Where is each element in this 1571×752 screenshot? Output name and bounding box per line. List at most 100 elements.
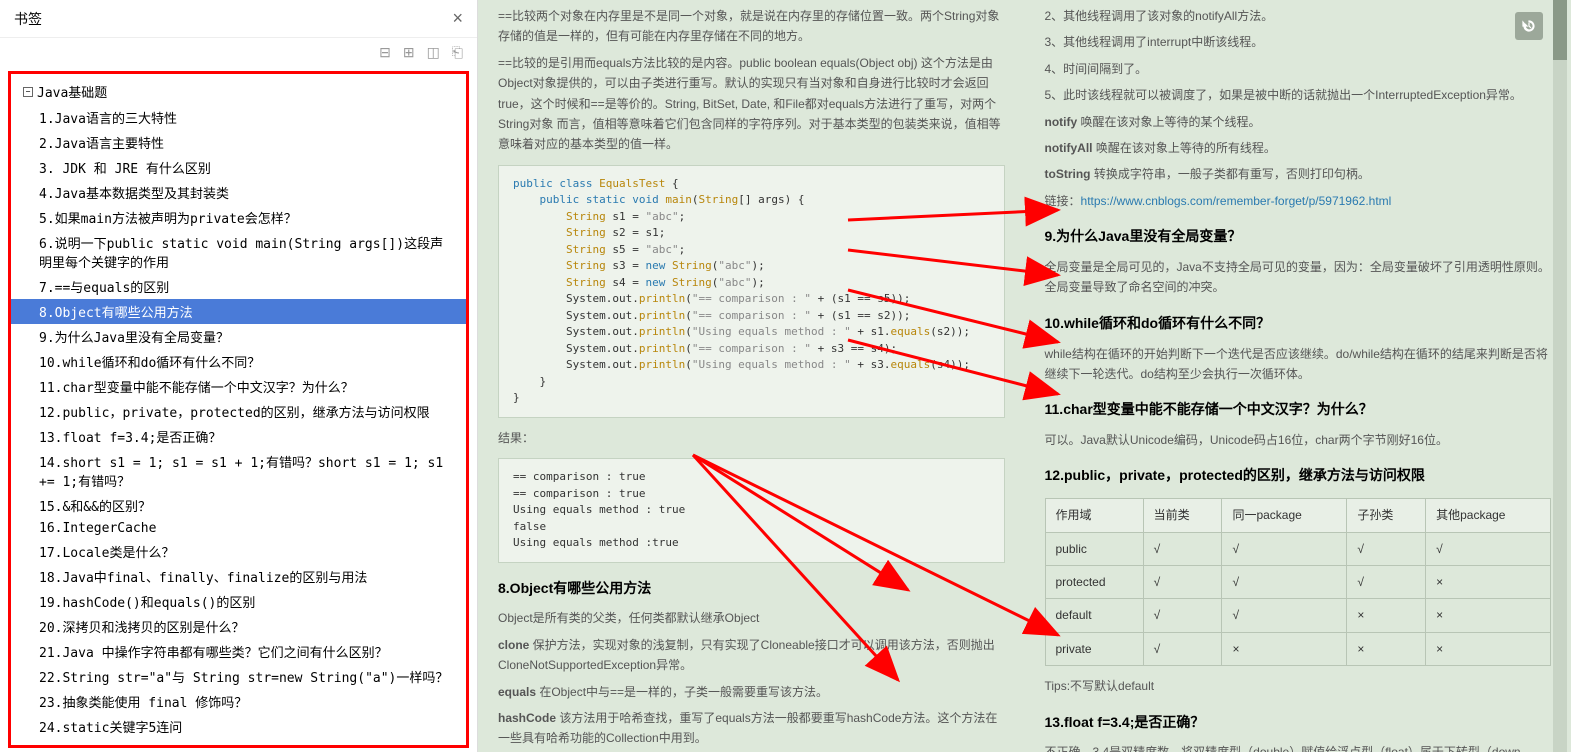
tree-item[interactable]: 19.hashCode()和equals()的区别 <box>11 589 466 614</box>
paragraph: notify 唤醒在该对象上等待的某个线程。 <box>1045 112 1552 132</box>
tree-item[interactable]: 12.public，private，protected的区别，继承方法与访问权限 <box>11 399 466 424</box>
paragraph: while结构在循环的开始判断下一个迭代是否应该继续。do/while结构在循环… <box>1045 344 1552 385</box>
paragraph: 不正确。3.4是双精度数，将双精度型（double）赋值给浮点型（float）属… <box>1045 742 1552 752</box>
scrollbar-thumb[interactable] <box>1553 0 1567 60</box>
table-cell: × <box>1347 599 1426 632</box>
bookmark-tree[interactable]: − Java基础题 1.Java语言的三大特性2.Java语言主要特性3. JD… <box>8 71 469 748</box>
tree-collapse-icon[interactable]: − <box>23 87 33 97</box>
table-cell: protected <box>1045 566 1143 599</box>
tree-item[interactable]: 25. 重载（Overload）和重写（Override）的区别。重载的方法能否… <box>11 739 466 748</box>
table-header: 同一package <box>1222 499 1347 532</box>
scrollbar-track[interactable] <box>1553 0 1567 752</box>
paragraph: notifyAll 唤醒在该对象上等待的所有线程。 <box>1045 138 1552 158</box>
table-cell: √ <box>1426 532 1551 565</box>
heading-12: 12.public，private，protected的区别，继承方法与访问权限 <box>1045 464 1552 488</box>
result-label: 结果： <box>498 428 1005 448</box>
table-cell: √ <box>1143 632 1222 665</box>
table-cell: default <box>1045 599 1143 632</box>
heading-10: 10.while循环和do循环有什么不同？ <box>1045 312 1552 336</box>
tree-item[interactable]: 2.Java语言主要特性 <box>11 130 466 155</box>
tree-item[interactable]: 7.==与equals的区别 <box>11 274 466 299</box>
tree-item[interactable]: 4.Java基本数据类型及其封装类 <box>11 180 466 205</box>
tree-item[interactable]: 3. JDK 和 JRE 有什么区别 <box>11 155 466 180</box>
heading-8: 8.Object有哪些公用方法 <box>498 577 1005 601</box>
table-cell: √ <box>1222 566 1347 599</box>
tip: Tips:不写默认default <box>1045 676 1552 696</box>
paragraph: clone 保护方法，实现对象的浅复制，只有实现了Cloneable接口才可以调… <box>498 635 1005 676</box>
tree-item[interactable]: 5.如果main方法被声明为private会怎样？ <box>11 205 466 230</box>
tree-item[interactable]: 23.抽象类能使用 final 修饰吗？ <box>11 689 466 714</box>
tree-item[interactable]: 1.Java语言的三大特性 <box>11 105 466 130</box>
bookmark-sidebar: 书签 × ⊟ ⊞ ◫ ⎗ − Java基础题 1.Java语言的三大特性2.Ja… <box>0 0 478 752</box>
paragraph: 3、其他线程调用了interrupt中断该线程。 <box>1045 32 1552 52</box>
table-row: private√××× <box>1045 632 1551 665</box>
bookmark-icon[interactable]: ⎗ <box>452 44 463 61</box>
paragraph: 可以。Java默认Unicode编码，Unicode码占16位，char两个字节… <box>1045 430 1552 450</box>
tree-item[interactable]: 10.while循环和do循环有什么不同？ <box>11 349 466 374</box>
paragraph: 全局变量是全局可见的，Java不支持全局可见的变量，因为：全局变量破坏了引用透明… <box>1045 257 1552 298</box>
link[interactable]: https://www.cnblogs.com/remember-forget/… <box>1081 194 1392 208</box>
table-header: 子孙类 <box>1347 499 1426 532</box>
paragraph: 4、时间间隔到了。 <box>1045 59 1552 79</box>
paragraph: hashCode 该方法用于哈希查找，重写了equals方法一般都要重写hash… <box>498 708 1005 749</box>
code-block: public class EqualsTest { public static … <box>498 165 1005 418</box>
tree-item[interactable]: 13.float f=3.4;是否正确？ <box>11 424 466 449</box>
tree-item[interactable]: 15.&和&&的区别？ <box>11 493 466 518</box>
table-cell: private <box>1045 632 1143 665</box>
tree-item[interactable]: 22.String str="a"与 String str=new String… <box>11 664 466 689</box>
table-cell: √ <box>1222 532 1347 565</box>
sidebar-header: 书签 × <box>0 0 477 38</box>
table-cell: × <box>1347 632 1426 665</box>
paragraph: toString 转换成字符串，一般子类都有重写，否则打印句柄。 <box>1045 164 1552 184</box>
table-row: public√√√√ <box>1045 532 1551 565</box>
tree-item[interactable]: 8.Object有哪些公用方法 <box>11 299 466 324</box>
paragraph: Object是所有类的父类，任何类都默认继承Object <box>498 608 1005 628</box>
table-cell: × <box>1426 566 1551 599</box>
tree-item[interactable]: 9.为什么Java里没有全局变量？ <box>11 324 466 349</box>
content-right-column: 2、其他线程调用了该对象的notifyAll方法。 3、其他线程调用了inter… <box>1025 0 1571 752</box>
history-icon[interactable] <box>1515 12 1543 40</box>
bookmark-outline-icon[interactable]: ◫ <box>427 44 440 61</box>
tree-item[interactable]: 20.深拷贝和浅拷贝的区别是什么？ <box>11 614 466 639</box>
heading-9: 9.为什么Java里没有全局变量？ <box>1045 225 1552 249</box>
tree-item[interactable]: 18.Java中final、finally、finalize的区别与用法 <box>11 564 466 589</box>
table-cell: × <box>1222 632 1347 665</box>
content-left-column: ==比较两个对象在内存里是不是同一个对象，就是说在内存里的存储位置一致。两个St… <box>478 0 1025 752</box>
table-row: protected√√√× <box>1045 566 1551 599</box>
heading-13: 13.float f=3.4;是否正确？ <box>1045 711 1552 735</box>
paragraph: ==比较的是引用而equals方法比较的是内容。public boolean e… <box>498 53 1005 155</box>
table-header: 当前类 <box>1143 499 1222 532</box>
tree-item[interactable]: 11.char型变量中能不能存储一个中文汉字？为什么？ <box>11 374 466 399</box>
table-cell: √ <box>1347 532 1426 565</box>
document-content: ==比较两个对象在内存里是不是同一个对象，就是说在内存里的存储位置一致。两个St… <box>478 0 1571 752</box>
paragraph: 链接：https://www.cnblogs.com/remember-forg… <box>1045 191 1552 211</box>
paragraph: 5、此时该线程就可以被调度了，如果是被中断的话就抛出一个InterruptedE… <box>1045 85 1552 105</box>
table-cell: √ <box>1347 566 1426 599</box>
table-cell: public <box>1045 532 1143 565</box>
close-icon[interactable]: × <box>452 8 463 29</box>
paragraph: ==比较两个对象在内存里是不是同一个对象，就是说在内存里的存储位置一致。两个St… <box>498 6 1005 47</box>
result-block: == comparison : true == comparison : tru… <box>498 458 1005 563</box>
sidebar-toolbar: ⊟ ⊞ ◫ ⎗ <box>0 38 477 67</box>
tree-item[interactable]: 21.Java 中操作字符串都有哪些类？它们之间有什么区别？ <box>11 639 466 664</box>
table-cell: √ <box>1143 532 1222 565</box>
table-header: 作用域 <box>1045 499 1143 532</box>
table-cell: × <box>1426 632 1551 665</box>
tree-item[interactable]: 6.说明一下public static void main(String arg… <box>11 230 466 274</box>
table-row: default√√×× <box>1045 599 1551 632</box>
heading-11: 11.char型变量中能不能存储一个中文汉字？为什么？ <box>1045 398 1552 422</box>
tree-item[interactable]: 16.IntegerCache <box>11 518 466 539</box>
tree-item[interactable]: 24.static关键字5连问 <box>11 714 466 739</box>
tree-item[interactable]: 14.short s1 = 1; s1 = s1 + 1;有错吗？short s… <box>11 449 466 493</box>
sidebar-title: 书签 <box>14 9 42 29</box>
collapse-icon[interactable]: ⊟ <box>379 44 391 61</box>
table-cell: √ <box>1143 566 1222 599</box>
table-cell: √ <box>1143 599 1222 632</box>
table-cell: √ <box>1222 599 1347 632</box>
access-table: 作用域当前类同一package子孙类其他package public√√√√pr… <box>1045 498 1552 666</box>
tree-item[interactable]: 17.Locale类是什么？ <box>11 539 466 564</box>
tree-root-label: Java基础题 <box>37 82 107 101</box>
tree-root[interactable]: − Java基础题 <box>11 78 466 105</box>
table-cell: × <box>1426 599 1551 632</box>
expand-icon[interactable]: ⊞ <box>403 44 415 61</box>
